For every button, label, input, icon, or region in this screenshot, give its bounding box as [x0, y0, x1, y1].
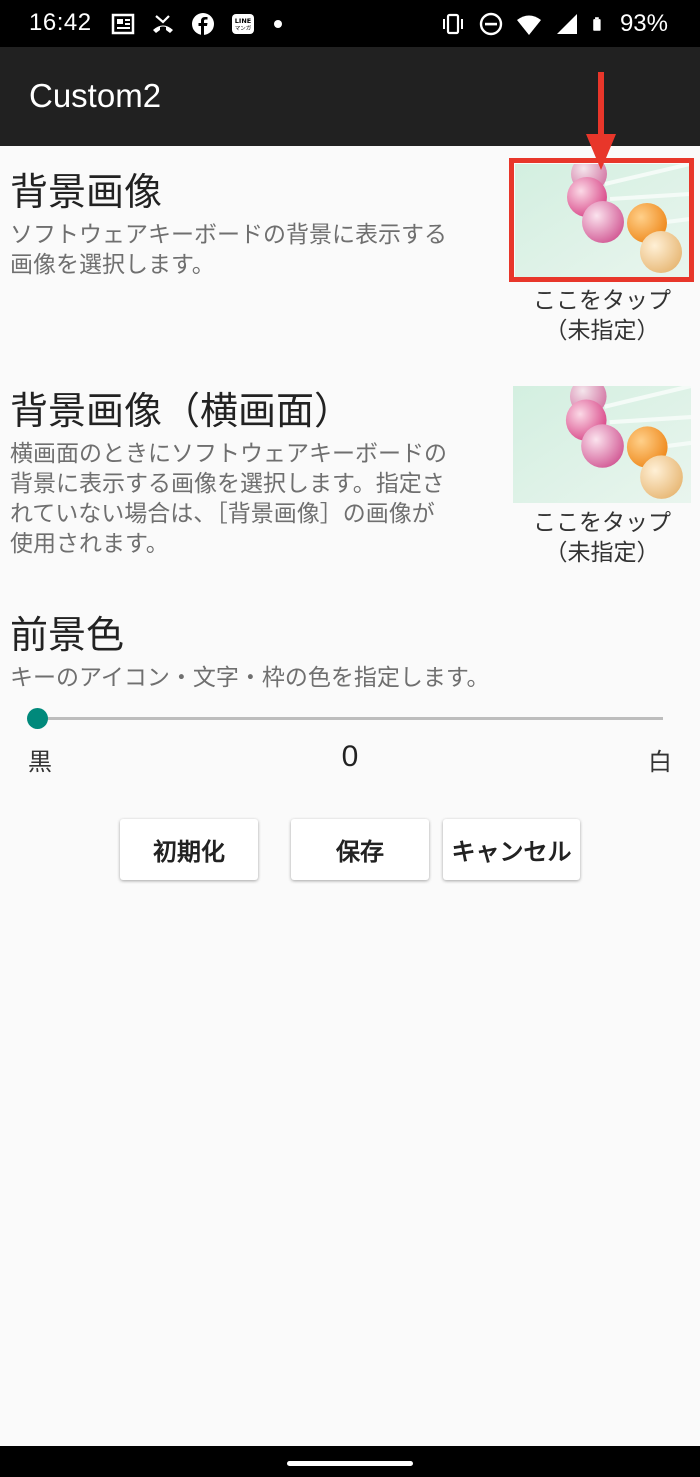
- color-slider-thumb[interactable]: [26, 708, 48, 729]
- red-arrow-icon: [586, 72, 616, 170]
- summary-line: 使用されます。: [10, 531, 169, 557]
- line-manga-icon: LINE マンガ: [232, 14, 254, 34]
- slider-value: 0: [341, 740, 359, 773]
- battery-icon: [593, 17, 601, 31]
- pref-summary: 横画面のときにソフトウェアキーボードの 背景に表示する画像を選択します。指定さ …: [10, 439, 447, 559]
- summary-line: 背景に表示する画像を選択します。指定さ: [10, 471, 445, 497]
- summary-line: 画像を選択します。: [10, 252, 215, 278]
- pref-summary: キーのアイコン・文字・枠の色を指定します。: [10, 665, 490, 691]
- thumbnail-caption: ここをタップ （未指定）: [507, 508, 697, 568]
- battery-percent: 93%: [619, 10, 668, 37]
- svg-text:LINE: LINE: [235, 17, 251, 25]
- slider-max-label: 白: [648, 748, 672, 776]
- summary-line: れていない場合は、［背景画像］の画像が: [10, 501, 435, 527]
- highlight-box: [509, 158, 694, 282]
- pref-foreground-color: 前景色 キーのアイコン・文字・枠の色を指定します。: [10, 613, 490, 693]
- pref-title: 背景画像: [10, 170, 163, 214]
- do-not-disturb-icon: [479, 12, 503, 36]
- system-icons: 93%: [440, 10, 668, 38]
- lollipop-image: [513, 386, 691, 503]
- background-image-landscape-thumbnail[interactable]: [513, 386, 691, 503]
- pref-title: 前景色: [10, 613, 125, 657]
- caption-line: （未指定）: [544, 540, 660, 566]
- pref-background-image[interactable]: 背景画像 ソフトウェアキーボードの背景に表示する 画像を選択します。: [10, 170, 447, 280]
- reset-button[interactable]: 初期化: [120, 819, 258, 880]
- missed-call-icon: [153, 15, 173, 33]
- pref-background-image-landscape[interactable]: 背景画像（横画面） 横画面のときにソフトウェアキーボードの 背景に表示する画像を…: [10, 389, 447, 559]
- home-gesture-handle[interactable]: [287, 1461, 413, 1466]
- vibrate-icon: [442, 13, 463, 35]
- status-bar: 16:42 LINE マンガ 93%: [0, 0, 700, 47]
- save-button[interactable]: 保存: [291, 819, 429, 880]
- notification-icons: LINE マンガ: [110, 10, 282, 38]
- thumbnail-caption: ここをタップ （未指定）: [507, 286, 697, 346]
- cancel-button[interactable]: キャンセル: [443, 819, 580, 880]
- caption-line: ここをタップ: [533, 288, 671, 314]
- summary-line: ソフトウェアキーボードの背景に表示する: [10, 222, 447, 248]
- news-icon: [111, 13, 135, 35]
- facebook-icon: [192, 13, 214, 35]
- caption-line: （未指定）: [544, 318, 660, 344]
- caption-line: ここをタップ: [533, 510, 671, 536]
- pref-summary: ソフトウェアキーボードの背景に表示する 画像を選択します。: [10, 220, 447, 280]
- pref-title: 背景画像（横画面）: [10, 389, 353, 433]
- summary-line: 横画面のときにソフトウェアキーボードの: [10, 441, 447, 467]
- notification-dot-icon: [274, 20, 282, 28]
- app-title: Custom2: [29, 77, 162, 114]
- wifi-icon: [516, 15, 541, 35]
- signal-icon: [556, 14, 577, 34]
- color-slider-track[interactable]: [37, 717, 663, 720]
- svg-text:マンガ: マンガ: [235, 24, 252, 32]
- status-time: 16:42: [29, 9, 92, 36]
- slider-min-label: 黒: [28, 748, 52, 776]
